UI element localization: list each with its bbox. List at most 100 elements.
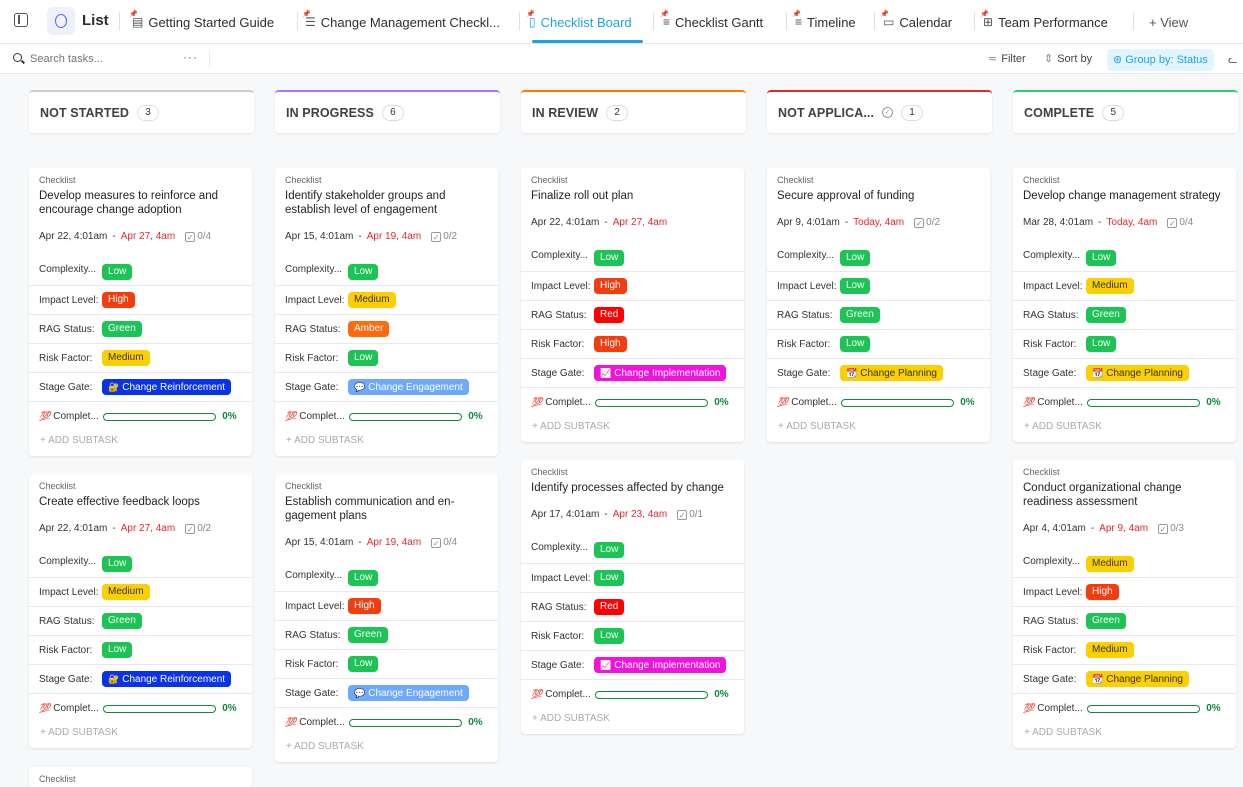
rag-pill[interactable]: Green xyxy=(348,627,388,643)
task-dates[interactable]: Apr 22, 4:01am - Apr 27, 4am xyxy=(521,216,744,229)
complexity-pill[interactable]: Low xyxy=(102,264,133,280)
subtask-count[interactable]: ✓ 0/2 xyxy=(914,217,940,228)
subtask-count[interactable]: ✓ 0/2 xyxy=(431,231,457,242)
sort-button[interactable]: ⇕ Sort by xyxy=(1044,52,1092,65)
subtask-count[interactable]: ✓ 0/3 xyxy=(1158,523,1184,534)
impact-pill[interactable]: Medium xyxy=(348,292,396,308)
search-input[interactable] xyxy=(30,51,170,67)
complexity-pill[interactable]: Low xyxy=(102,556,133,572)
task-dates[interactable]: Apr 15, 4:01am - Apr 19, 4am ✓ 0/2 xyxy=(275,230,498,243)
add-subtask-button[interactable]: + ADD SUBTASK xyxy=(521,709,744,734)
risk-pill[interactable]: Low xyxy=(102,642,133,658)
complexity-pill[interactable]: Low xyxy=(1086,250,1117,266)
subtask-count[interactable]: ✓ 0/2 xyxy=(185,523,211,534)
rag-pill[interactable]: Green xyxy=(102,613,142,629)
risk-pill[interactable]: Low xyxy=(1086,336,1117,352)
complexity-pill[interactable]: Low xyxy=(594,250,625,266)
rag-pill[interactable]: Red xyxy=(594,307,625,323)
impact-pill[interactable]: High xyxy=(348,598,381,614)
rag-pill[interactable]: Green xyxy=(102,321,142,337)
complexity-pill[interactable]: Low xyxy=(348,570,379,586)
task-card[interactable]: Checklist Finalize roll out plan Apr 22,… xyxy=(521,168,744,442)
tab-calendar[interactable]: 📌 ▭ Calendar xyxy=(880,0,952,44)
task-title[interactable]: Identify processes affected by change xyxy=(521,481,744,495)
rag-pill[interactable]: Amber xyxy=(348,321,390,337)
stage-gate-pill[interactable]: 🔐 Change Reinforcement xyxy=(102,379,232,395)
impact-pill[interactable]: Low xyxy=(840,278,871,294)
impact-pill[interactable]: Low xyxy=(594,570,625,586)
risk-pill[interactable]: Low xyxy=(840,336,871,352)
risk-pill[interactable]: Low xyxy=(348,656,379,672)
task-dates[interactable]: Apr 22, 4:01am - Apr 27, 4am ✓ 0/2 xyxy=(29,522,252,535)
tab-checklist-gantt[interactable]: 📌 ≡ Checklist Gantt xyxy=(660,0,763,44)
add-subtask-button[interactable]: + ADD SUBTASK xyxy=(1013,723,1236,748)
task-card[interactable]: Checklist xyxy=(29,767,252,787)
rag-pill[interactable]: Green xyxy=(840,307,880,323)
complexity-pill[interactable]: Low xyxy=(840,250,871,266)
tab-getting-started-guide[interactable]: 📌 ▤ Getting Started Guide xyxy=(129,0,274,44)
subtask-count[interactable]: ✓ 0/4 xyxy=(185,231,211,242)
complexity-pill[interactable]: Low xyxy=(594,542,625,558)
impact-pill[interactable]: High xyxy=(594,278,627,294)
subtask-count[interactable]: ✓ 0/4 xyxy=(431,537,457,548)
task-title[interactable]: Finalize roll out plan xyxy=(521,189,744,203)
task-dates[interactable]: Mar 28, 4:01am - Today, 4am ✓ 0/4 xyxy=(1013,216,1236,229)
group-by-button[interactable]: ⊛ Group by: Status xyxy=(1107,49,1214,71)
task-title[interactable]: Identify stakeholder groups and establis… xyxy=(275,189,498,217)
tab-checklist-board[interactable]: 📌 ▯ Checklist Board xyxy=(526,0,632,44)
task-title[interactable]: Develop measures to reinforce and encour… xyxy=(29,189,252,217)
impact-pill[interactable]: High xyxy=(102,292,135,308)
complexity-pill[interactable]: Low xyxy=(348,264,379,280)
add-subtask-button[interactable]: + ADD SUBTASK xyxy=(767,417,990,442)
impact-pill[interactable]: Medium xyxy=(1086,278,1134,294)
add-view-button[interactable]: + View xyxy=(1149,0,1188,44)
column-header[interactable]: NOT APPLICA... ✓ 1 xyxy=(767,90,992,133)
risk-pill[interactable]: Medium xyxy=(1086,642,1134,658)
task-title[interactable]: Secure approval of funding xyxy=(767,189,990,203)
task-title[interactable]: Establish communication and en-gagement … xyxy=(275,495,498,523)
impact-pill[interactable]: Medium xyxy=(102,584,150,600)
add-subtask-button[interactable]: + ADD SUBTASK xyxy=(275,737,498,762)
risk-pill[interactable]: Low xyxy=(348,350,379,366)
add-subtask-button[interactable]: + ADD SUBTASK xyxy=(275,431,498,456)
stage-gate-pill[interactable]: 📆 Change Planning xyxy=(1086,671,1189,687)
stage-gate-pill[interactable]: 📈 Change Implementation xyxy=(594,365,727,381)
task-dates[interactable]: Apr 22, 4:01am - Apr 27, 4am ✓ 0/4 xyxy=(29,230,252,243)
column-header[interactable]: NOT STARTED 3 xyxy=(29,90,254,133)
stage-gate-pill[interactable]: 📆 Change Planning xyxy=(840,365,943,381)
column-header[interactable]: COMPLETE 5 xyxy=(1013,90,1238,133)
stage-gate-pill[interactable]: 📈 Change Implementation xyxy=(594,657,727,673)
add-subtask-button[interactable]: + ADD SUBTASK xyxy=(29,723,252,748)
task-dates[interactable]: Apr 15, 4:01am - Apr 19, 4am ✓ 0/4 xyxy=(275,536,498,549)
task-card[interactable]: Checklist Develop change management stra… xyxy=(1013,168,1236,442)
task-card[interactable]: Checklist Secure approval of funding Apr… xyxy=(767,168,990,442)
add-subtask-button[interactable]: + ADD SUBTASK xyxy=(29,431,252,456)
stage-gate-pill[interactable]: 💬 Change Engagement xyxy=(348,379,469,395)
add-subtask-button[interactable]: + ADD SUBTASK xyxy=(521,417,744,442)
risk-pill[interactable]: Low xyxy=(594,628,625,644)
task-dates[interactable]: Apr 17, 4:01am - Apr 23, 4am ✓ 0/1 xyxy=(521,508,744,521)
task-dates[interactable]: Apr 9, 4:01am - Today, 4am ✓ 0/2 xyxy=(767,216,990,229)
column-header[interactable]: IN PROGRESS 6 xyxy=(275,90,500,133)
subtask-count[interactable]: ✓ 0/4 xyxy=(1167,217,1193,228)
rag-pill[interactable]: Green xyxy=(1086,307,1126,323)
rag-pill[interactable]: Green xyxy=(1086,613,1126,629)
complexity-pill[interactable]: Medium xyxy=(1086,556,1134,572)
task-title[interactable]: Conduct organizational change readiness … xyxy=(1013,481,1236,509)
task-card[interactable]: Checklist Identify stakeholder groups an… xyxy=(275,168,498,456)
tab-team-performance[interactable]: 📌 ⊞ Team Performance xyxy=(980,0,1108,44)
risk-pill[interactable]: Medium xyxy=(102,350,150,366)
stage-gate-pill[interactable]: 💬 Change Engagement xyxy=(348,685,469,701)
subtask-count[interactable]: ✓ 0/1 xyxy=(677,509,703,520)
add-subtask-button[interactable]: + ADD SUBTASK xyxy=(1013,417,1236,442)
stage-gate-pill[interactable]: 📆 Change Planning xyxy=(1086,365,1189,381)
more-options-button[interactable]: ··· xyxy=(183,50,198,64)
task-title[interactable]: Develop change management strategy xyxy=(1013,189,1236,203)
task-card[interactable]: Checklist Establish communication and en… xyxy=(275,474,498,762)
task-card[interactable]: Checklist Identify processes affected by… xyxy=(521,460,744,734)
task-card[interactable]: Checklist Develop measures to reinforce … xyxy=(29,168,252,456)
risk-pill[interactable]: High xyxy=(594,336,627,352)
tab-timeline[interactable]: 📌 ≡ Timeline xyxy=(792,0,856,44)
sidebar-toggle-icon[interactable] xyxy=(14,13,28,27)
column-header[interactable]: IN REVIEW 2 xyxy=(521,90,746,133)
